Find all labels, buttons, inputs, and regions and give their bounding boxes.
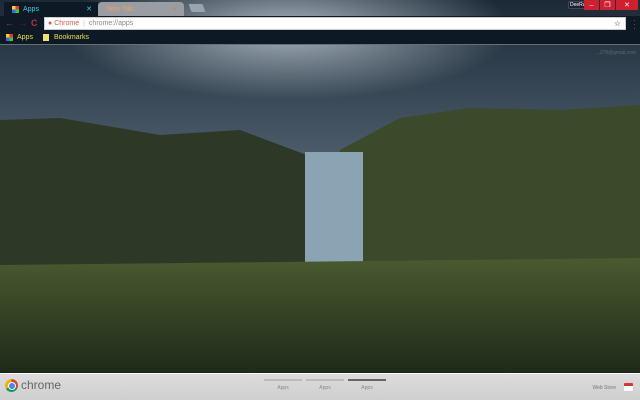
bookmark-star-icon[interactable]: ☆ <box>614 19 621 28</box>
chrome-logo-icon <box>5 379 18 392</box>
waterfall-wallpaper <box>0 0 640 400</box>
bookmark-apps[interactable]: Apps <box>17 34 33 41</box>
bookmark-bookmarks[interactable]: Bookmarks <box>54 34 89 41</box>
account-email: ...378@gmail.com <box>595 50 636 56</box>
restore-button[interactable]: ❐ <box>600 0 615 10</box>
close-window-button[interactable]: ✕ <box>616 0 638 10</box>
page-indicator-1[interactable]: Apps <box>264 379 302 391</box>
folder-icon <box>42 34 49 41</box>
tab-title: Apps <box>23 5 39 13</box>
site-chip: ● Chrome <box>48 20 80 27</box>
tab-title: New Tab <box>106 5 134 13</box>
reload-button[interactable]: C <box>31 18 38 28</box>
web-store-link[interactable]: Web Store <box>592 385 616 391</box>
footer-bar: chrome Apps Apps Apps Web Store <box>0 373 640 400</box>
page-indicator-3[interactable]: Apps <box>348 379 386 391</box>
address-bar[interactable]: ● Chrome | chrome://apps ☆ <box>44 17 626 30</box>
bookmarks-bar: Apps Bookmarks <box>0 31 640 45</box>
close-tab-icon[interactable]: ✕ <box>86 5 92 13</box>
url-text: chrome://apps <box>88 20 134 27</box>
forward-button[interactable]: → <box>18 18 27 28</box>
tab-new-tab[interactable]: New Tab ✕ <box>98 2 184 16</box>
close-tab-icon[interactable]: ✕ <box>172 5 178 13</box>
page-indicator-2[interactable]: Apps <box>306 379 344 391</box>
web-store-icon[interactable] <box>624 383 633 391</box>
apps-grid-icon <box>6 34 13 41</box>
apps-grid-icon <box>12 5 19 13</box>
tab-strip: Apps ✕ New Tab ✕ DeeRay – ❐ ✕ <box>0 0 640 16</box>
minimize-button[interactable]: – <box>584 0 599 10</box>
new-tab-button[interactable] <box>188 4 206 12</box>
chrome-brand: chrome <box>21 378 62 392</box>
tab-apps[interactable]: Apps ✕ <box>4 2 98 16</box>
toolbar: ← → C ● Chrome | chrome://apps ☆ · · · <box>0 16 640 33</box>
back-button[interactable]: ← <box>5 18 14 28</box>
menu-icon[interactable]: · · · <box>633 16 636 33</box>
